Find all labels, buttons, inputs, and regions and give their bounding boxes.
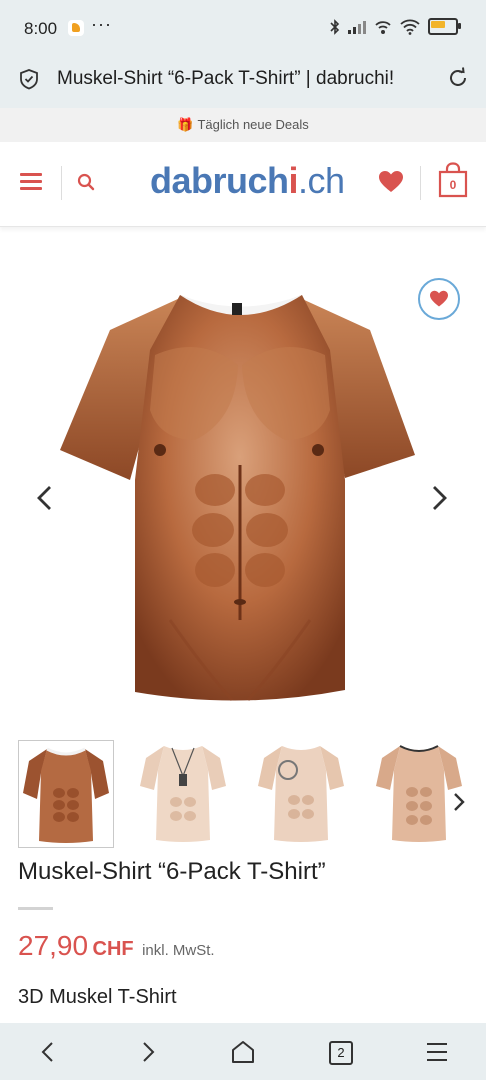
thumbnail-next-arrow-icon[interactable] (452, 792, 466, 812)
wishlist-heart-icon[interactable] (378, 170, 404, 194)
heart-icon (430, 290, 448, 307)
product-title: Muskel-Shirt “6-Pack T-Shirt” (18, 858, 326, 885)
title-divider (18, 907, 53, 910)
thumbnail-3[interactable] (254, 740, 348, 846)
battery-icon (428, 18, 461, 35)
wifi-icon (400, 19, 420, 35)
more-notifications-icon: ··· (91, 14, 112, 34)
shield-check-icon[interactable] (18, 68, 40, 90)
cart-count: 0 (449, 178, 457, 192)
status-icons (330, 18, 461, 35)
home-icon[interactable] (230, 1039, 256, 1065)
product-price: 27,90 (18, 930, 89, 961)
add-to-wishlist-button[interactable] (418, 278, 460, 320)
thumbnail-strip (18, 740, 486, 848)
price-row: 27,90 CHF inkl. MwSt. (18, 930, 215, 962)
browser-bottom-nav: 2 (0, 1023, 486, 1080)
site-logo[interactable]: dabruchi.ch (150, 160, 345, 202)
tax-note: inkl. MwSt. (142, 942, 215, 959)
hotspot-icon (375, 20, 391, 34)
promo-bar: 🎁 Täglich neue Deals (0, 108, 486, 142)
previous-image-arrow-icon[interactable] (34, 484, 54, 512)
next-image-arrow-icon[interactable] (430, 484, 450, 512)
back-icon[interactable] (36, 1039, 62, 1065)
promo-text: Täglich neue Deals (197, 117, 309, 132)
price-currency: CHF (92, 938, 134, 960)
page-title[interactable]: Muskel-Shirt “6-Pack T-Shirt” | dabruchi… (57, 68, 394, 90)
product-subtitle: 3D Muskel T-Shirt (18, 986, 177, 1008)
app-notification-icon (68, 20, 84, 36)
gift-icon: 🎁 (177, 117, 194, 132)
status-time: 8:00 (24, 19, 58, 38)
search-icon[interactable] (77, 173, 95, 191)
thumbnail-1[interactable] (18, 740, 114, 848)
bluetooth-icon (330, 18, 340, 35)
status-bar: 8:00 ··· (0, 0, 486, 58)
hamburger-menu-icon[interactable] (20, 173, 42, 190)
tabs-count-button[interactable]: 2 (329, 1041, 353, 1065)
header-divider (61, 166, 62, 200)
product-image[interactable] (0, 240, 486, 730)
signal-icon (348, 20, 366, 34)
site-header: dabruchi.ch 0 (0, 142, 486, 227)
browser-address-bar[interactable]: Muskel-Shirt “6-Pack T-Shirt” | dabruchi… (0, 58, 486, 108)
forward-icon[interactable] (134, 1039, 160, 1065)
cart-button[interactable]: 0 (438, 162, 468, 198)
menu-icon[interactable] (424, 1039, 450, 1065)
reload-icon[interactable] (446, 66, 470, 90)
thumbnail-2[interactable] (136, 740, 230, 846)
header-divider (420, 166, 421, 200)
